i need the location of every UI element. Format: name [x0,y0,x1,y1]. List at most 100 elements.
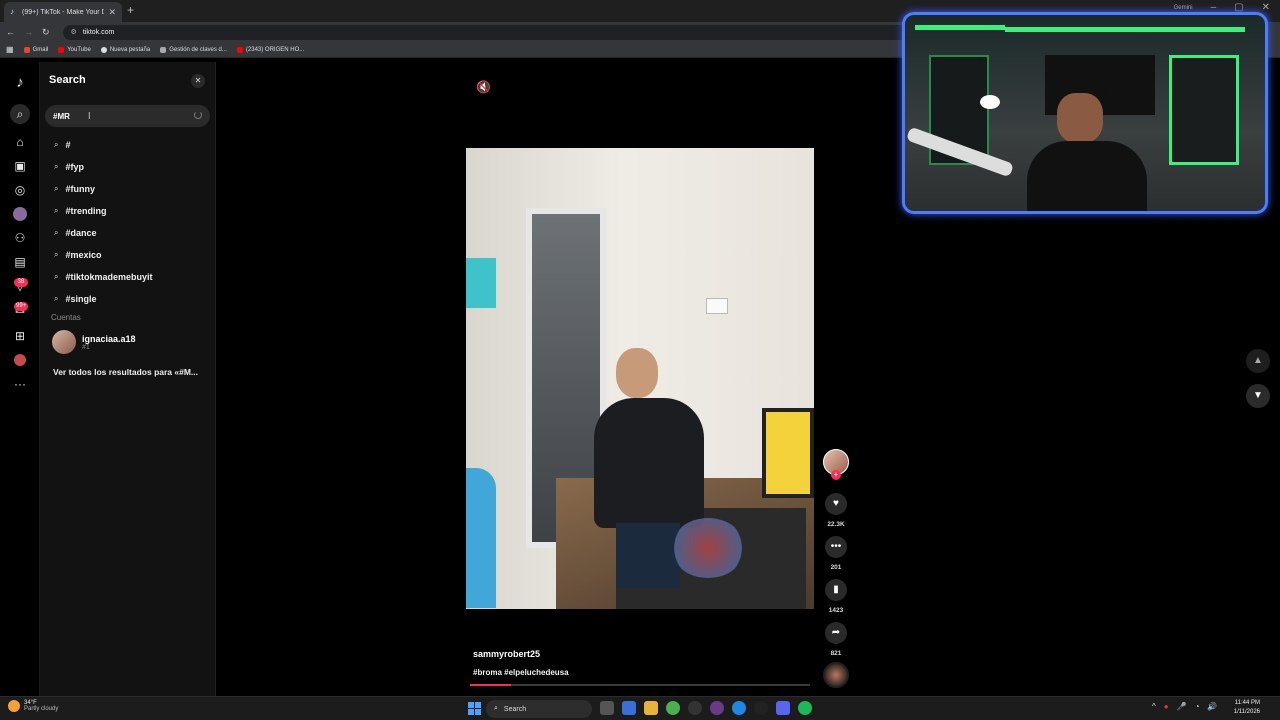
video-scene-sign [762,408,814,498]
url-text: tiktok.com [82,28,115,36]
tray-chevron-icon[interactable]: ^ [1152,702,1156,711]
close-search-button[interactable]: ✕ [191,74,205,88]
suggestion-item[interactable]: ⌕ #mexico [54,250,102,260]
account-result[interactable]: ignaciaa.a18 #1 [52,330,136,354]
suggestion-item[interactable]: ⌕ # [54,140,71,150]
weather-sun-icon [8,700,20,712]
search-query-text: #MR [53,111,70,121]
shop-icon[interactable]: ▣ [10,156,30,176]
taskbar-clock[interactable]: 11:44 PM 1/11/2026 [1224,699,1260,717]
search-input[interactable]: #MR I [45,105,210,127]
suggestion-item[interactable]: ⌕ #tiktokmademebuyit [54,272,153,282]
share-arrow-icon[interactable]: ➦ [825,622,847,644]
chrome-icon[interactable] [666,701,680,715]
profile-avatar-icon[interactable] [10,350,30,370]
edge-icon[interactable] [732,701,746,715]
forward-icon[interactable]: → [24,27,33,37]
search-icon: ⌕ [494,705,498,712]
save-count: 1423 [828,607,844,614]
video-progress-bar[interactable] [470,684,810,686]
follow-plus-icon[interactable]: + [831,470,841,480]
weather-desc: Partly cloudy [24,706,59,712]
task-view-icon[interactable] [600,701,614,715]
back-icon[interactable]: ← [6,27,15,37]
search-icon: ⌕ [54,250,59,259]
app-icon[interactable] [688,701,702,715]
taskbar-apps [600,701,812,715]
close-tab-icon[interactable]: ✕ [108,7,116,18]
volume-icon[interactable]: 🔊 [1207,702,1217,711]
close-window-icon[interactable]: ✕ [1262,2,1270,13]
windows-start-icon[interactable] [468,702,481,715]
video-watermark-logo [671,518,745,578]
taskbar-search-label: Search [503,705,527,713]
live-icon[interactable]: ▤ [10,252,30,272]
youtube-icon [236,46,243,53]
bookmark-youtube[interactable]: YouTube [58,46,91,53]
discord-icon[interactable] [776,701,790,715]
site-info-icon[interactable]: ⚙ [71,28,77,36]
account-name: ignaciaa.a18 [82,333,136,344]
video-author[interactable]: sammyrobert25 [473,649,540,659]
video-player[interactable] [466,148,814,609]
suggestion-item[interactable]: ⌕ #funny [54,184,95,194]
accounts-section-label: Cuentas [51,313,81,322]
home-icon[interactable]: ⌂ [10,132,30,152]
tab-title: (99+) TikTok - Make Your Day [22,8,105,16]
file-explorer-icon[interactable] [644,701,658,715]
music-disc-icon[interactable] [823,662,849,688]
search-panel: Search ✕ #MR I ⌕ # ⌕ #fyp ⌕ #funny ⌕ #trendi… [40,62,216,696]
search-icon[interactable]: ⌕ [10,104,30,124]
reload-icon[interactable]: ↻ [42,27,50,38]
key-icon [160,46,167,53]
spotify-icon[interactable] [798,701,812,715]
new-tab-button[interactable]: + [127,3,134,17]
bookmark-new-tab[interactable]: Nueva pestaña [100,46,150,53]
google-icon [100,46,107,53]
url-field[interactable]: ⚙ tiktok.com [62,24,923,40]
mic-icon[interactable]: 🎤 [1177,702,1187,711]
led-strip [1005,27,1245,32]
like-heart-icon[interactable]: ♥ [825,493,847,515]
browser-tab-tiktok[interactable]: ♪ (99+) TikTok - Make Your Day ✕ [4,2,122,22]
weather-widget[interactable]: 34°F Partly cloudy [8,700,58,712]
bookmark-icon[interactable]: ▮ [825,579,847,601]
share-count: 821 [830,650,842,657]
see-all-results-link[interactable]: Ver todos los resultados para «#M... [53,367,198,377]
explore-icon[interactable]: ◎ [10,180,30,200]
next-video-button[interactable]: ▼ [1246,384,1270,408]
following-avatar-icon[interactable] [10,204,30,224]
bookmark-password-manager[interactable]: Gestión de claves d... [160,46,227,53]
suggestion-item[interactable]: ⌕ #single [54,294,97,304]
friends-icon[interactable]: ⚇ [10,228,30,248]
more-icon[interactable]: ··· [10,374,30,394]
suggestion-item[interactable]: ⌕ #trending [54,206,107,216]
tiktok-logo-icon[interactable]: ♪ [10,72,30,92]
previous-video-button[interactable]: ▲ [1246,349,1270,373]
taskbar-search[interactable]: ⌕ Search [486,700,592,718]
app-icon[interactable] [710,701,724,715]
mute-icon[interactable]: 🔇 [476,80,491,94]
tray-app-icon[interactable]: ● [1164,702,1169,711]
gmail-icon [23,46,30,53]
search-icon: ⌕ [54,272,59,281]
loading-spinner-icon [194,111,202,119]
suggestion-item[interactable]: ⌕ #fyp [54,162,84,172]
search-panel-title: Search [49,74,86,86]
like-count: 22.3K [827,521,845,528]
suggestion-item[interactable]: ⌕ #dance [54,228,97,238]
copilot-icon[interactable] [622,701,636,715]
lamp [980,95,1000,109]
bookmark-youtube-channel[interactable]: (2343) ORIGEN HO... [236,46,304,53]
video-hashtags[interactable]: #broma #elpeluchedeusa [473,668,569,677]
search-icon: ⌕ [54,184,59,193]
comment-icon[interactable]: ••• [825,536,847,558]
upload-icon[interactable]: ⊞ [10,326,30,346]
video-scene-decor [466,258,496,308]
wifi-icon[interactable]: ◔ [1195,702,1200,711]
apps-grid-icon[interactable]: ▦ [6,45,14,54]
app-icon[interactable] [754,701,768,715]
streamer [1017,75,1157,211]
led-strip [915,25,1005,30]
bookmark-gmail[interactable]: Gmail [23,46,48,53]
